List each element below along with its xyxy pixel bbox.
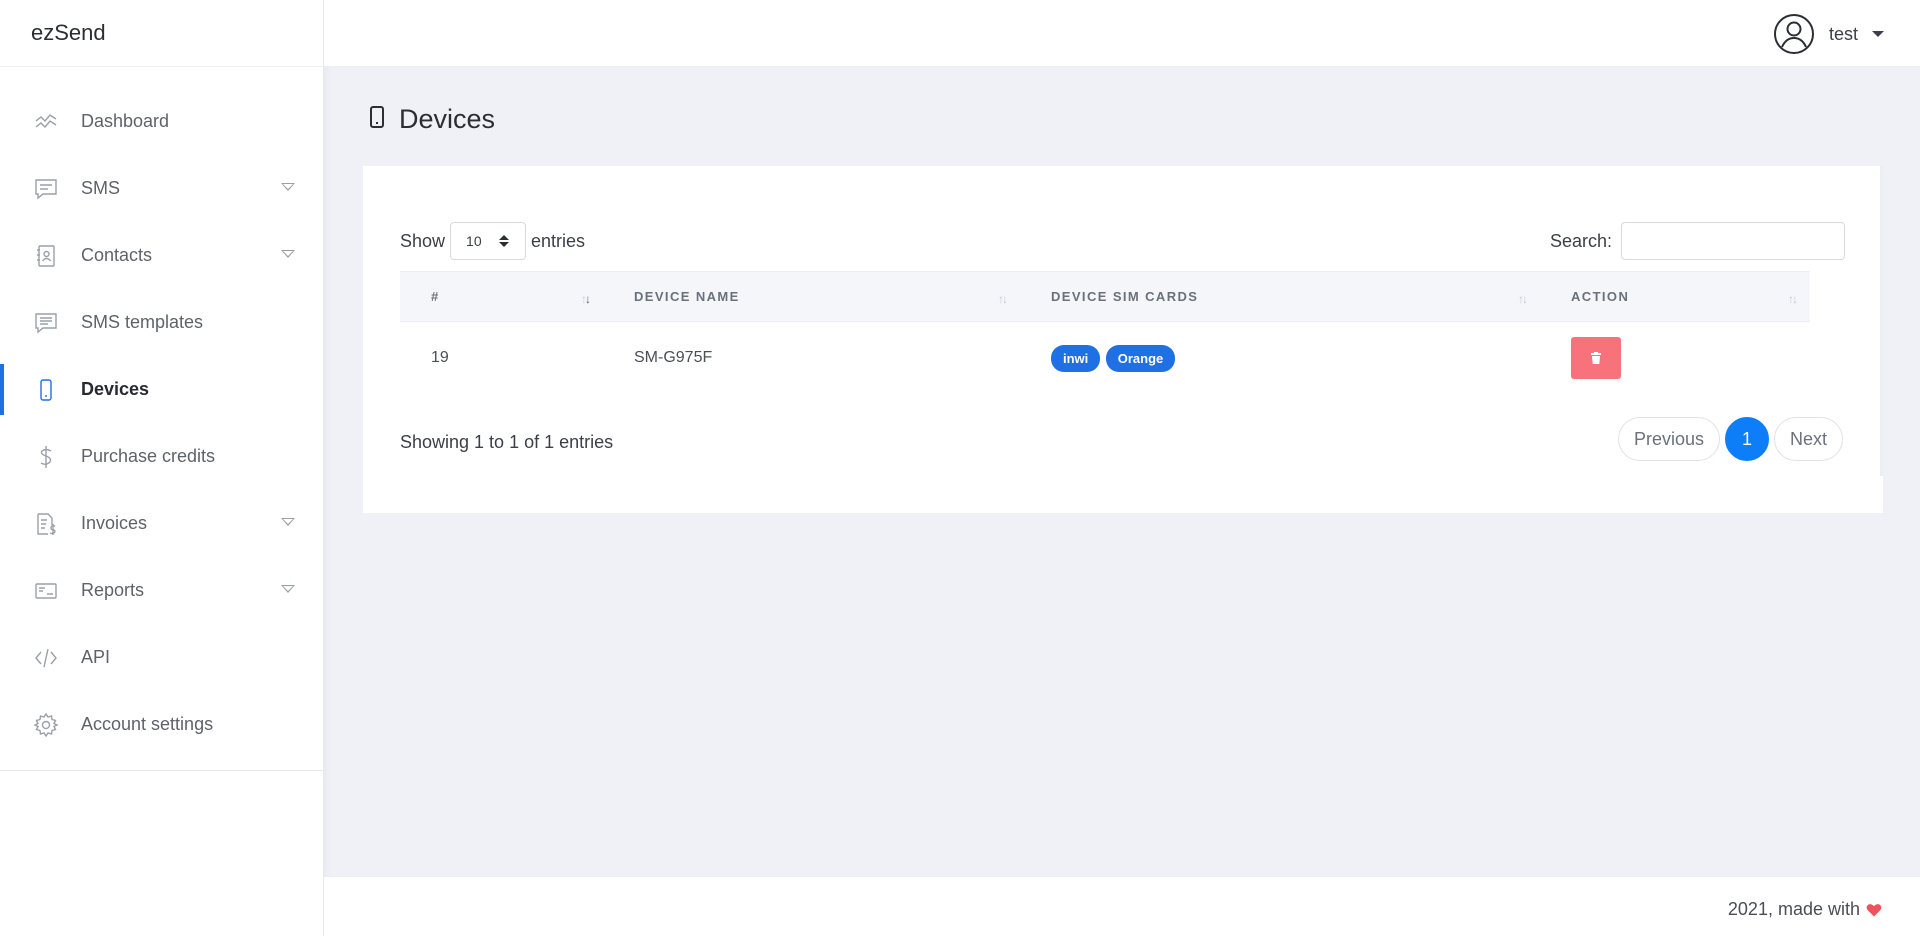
column-header-action[interactable]: ACTION ↑↓ xyxy=(1540,271,1810,322)
gear-icon xyxy=(31,710,61,740)
trash-icon xyxy=(1591,352,1601,365)
sort-icon: ↑↓ xyxy=(998,292,1008,306)
sidebar-item-purchase-credits[interactable]: Purchase credits xyxy=(0,423,323,490)
sidebar-item-label: SMS xyxy=(81,178,121,198)
sidebar-item-reports[interactable]: Reports xyxy=(0,557,323,624)
sort-updown-icon xyxy=(499,235,510,247)
footer: 2021, made with xyxy=(324,876,1920,936)
device-id-cell: 19 xyxy=(431,349,449,367)
brand-logo[interactable]: ezSend xyxy=(0,0,323,67)
column-header-id[interactable]: # ↑↓ xyxy=(400,271,603,322)
card-scrollbar[interactable] xyxy=(1880,166,1883,476)
sort-icon: ↑↓ xyxy=(1518,292,1528,306)
device-icon xyxy=(367,104,387,135)
sidebar-item-label: API xyxy=(81,647,111,667)
device-sim-cards-cell: inwi Orange xyxy=(1020,322,1540,395)
user-avatar-icon xyxy=(1773,13,1815,55)
contacts-icon xyxy=(31,241,61,271)
column-header-device-name[interactable]: DEVICE NAME ↑↓ xyxy=(603,271,1020,322)
user-menu[interactable]: test xyxy=(1773,12,1884,56)
sidebar-item-label: Reports xyxy=(81,580,145,600)
pagination: Previous 1 Next xyxy=(1617,417,1843,461)
entries-select-value: 10 xyxy=(466,233,482,249)
sms-templates-icon xyxy=(31,308,61,338)
footer-text: 2021, made with xyxy=(1728,899,1882,920)
heart-icon xyxy=(1866,902,1882,918)
sidebar-item-label: Invoices xyxy=(81,513,148,533)
previous-page-button[interactable]: Previous xyxy=(1617,417,1720,461)
sidebar-item-sms[interactable]: SMS xyxy=(0,155,323,222)
sidebar: ezSend Dashboard SMS Contacts SMS templa… xyxy=(0,0,324,936)
sidebar-item-label: Account settings xyxy=(81,714,214,734)
dashboard-icon xyxy=(31,107,61,137)
entries-length-control: Show 10 entries xyxy=(400,222,585,260)
sidebar-item-invoices[interactable]: Invoices xyxy=(0,490,323,557)
show-label: Show xyxy=(400,230,446,251)
action-cell xyxy=(1540,322,1810,395)
sidebar-item-devices[interactable]: Devices xyxy=(0,356,323,423)
table-header-row: # ↑↓ DEVICE NAME ↑↓ DEVICE SIM CARDS ↑↓ … xyxy=(400,271,1810,322)
chevron-down-icon xyxy=(281,518,295,526)
table-row: 19 SM-G975F inwi Orange xyxy=(400,322,1810,395)
entries-label: entries xyxy=(531,230,586,251)
sidebar-item-label: Dashboard xyxy=(81,111,170,131)
chevron-down-icon xyxy=(281,183,295,191)
dollar-icon xyxy=(31,442,61,472)
devices-card: Show 10 entries Search: # ↑↓ DEVICE NAME… xyxy=(363,166,1883,513)
sidebar-item-label: Devices xyxy=(81,379,150,399)
topbar: test xyxy=(324,0,1920,67)
page-1-button[interactable]: 1 xyxy=(1724,417,1769,461)
sidebar-nav: Dashboard SMS Contacts SMS templates Dev… xyxy=(0,67,323,771)
page-title: Devices xyxy=(399,104,496,134)
next-page-button[interactable]: Next xyxy=(1773,417,1843,461)
sort-icon: ↑↓ xyxy=(1788,292,1798,306)
search-label: Search: xyxy=(1549,230,1612,251)
invoice-icon xyxy=(31,509,61,539)
user-name: test xyxy=(1828,23,1858,44)
device-icon xyxy=(31,375,61,405)
sort-icon: ↑↓ xyxy=(581,292,591,306)
delete-device-button[interactable] xyxy=(1571,337,1621,380)
entries-select[interactable]: 10 xyxy=(450,222,527,260)
chevron-down-icon xyxy=(281,585,295,593)
sim-card-badge: Orange xyxy=(1105,344,1176,372)
sidebar-item-api[interactable]: API xyxy=(0,624,323,691)
caret-down-icon xyxy=(1872,31,1884,37)
sidebar-item-sms-templates[interactable]: SMS templates xyxy=(0,289,323,356)
table-info: Showing 1 to 1 of 1 entries xyxy=(400,432,614,452)
sim-card-badge: inwi xyxy=(1051,344,1101,372)
column-header-device-sim-cards[interactable]: DEVICE SIM CARDS ↑↓ xyxy=(1020,271,1540,322)
footer-label: 2021, made with xyxy=(1727,899,1860,919)
code-icon xyxy=(31,643,61,673)
sidebar-item-label: Purchase credits xyxy=(81,446,216,466)
chevron-down-icon xyxy=(281,250,295,258)
page-header: Devices xyxy=(367,104,495,135)
sidebar-item-label: SMS templates xyxy=(81,312,204,332)
sidebar-item-label: Contacts xyxy=(81,245,153,265)
devices-table: # ↑↓ DEVICE NAME ↑↓ DEVICE SIM CARDS ↑↓ … xyxy=(400,271,1810,395)
sms-icon xyxy=(31,174,61,204)
search-input[interactable] xyxy=(1621,222,1845,260)
device-name-cell: SM-G975F xyxy=(634,349,713,367)
search-control: Search: xyxy=(1550,222,1845,260)
sidebar-item-account-settings[interactable]: Account settings xyxy=(0,691,323,758)
reports-icon xyxy=(31,576,61,606)
sidebar-item-contacts[interactable]: Contacts xyxy=(0,222,323,289)
sidebar-item-dashboard[interactable]: Dashboard xyxy=(0,88,323,155)
